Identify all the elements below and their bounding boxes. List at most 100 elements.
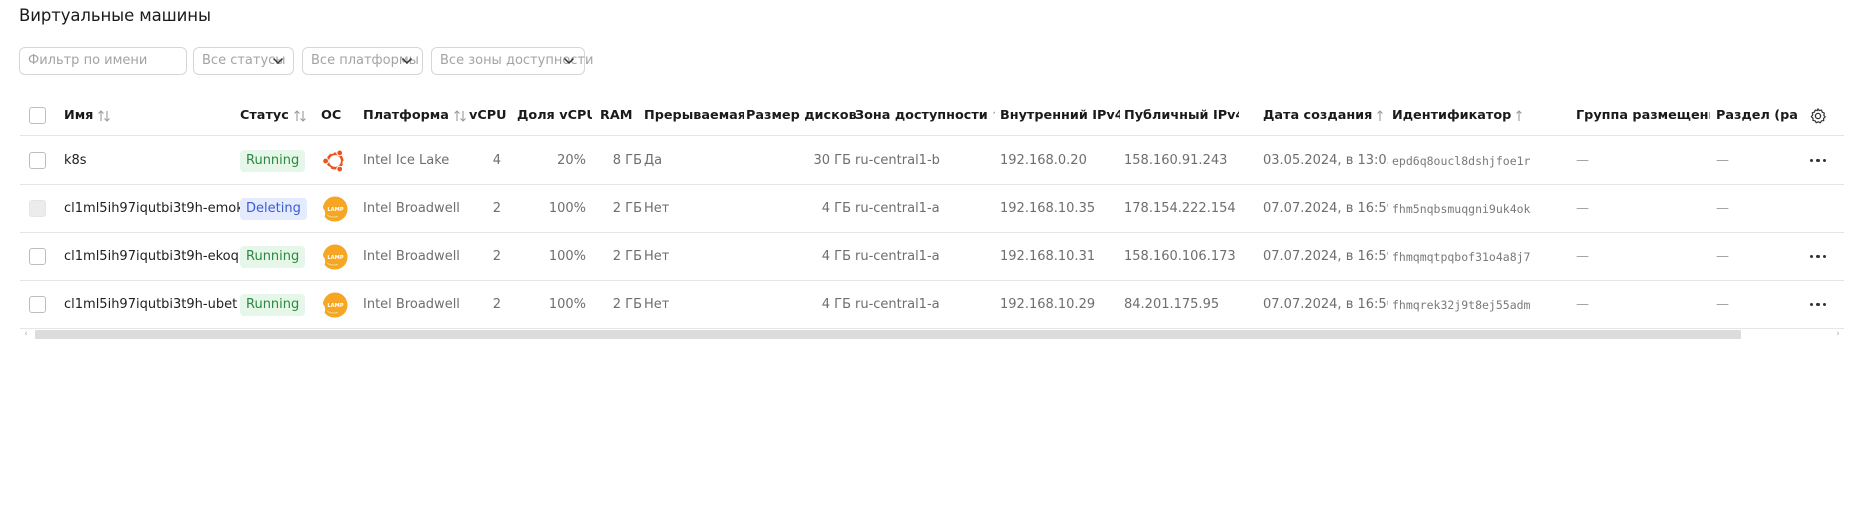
vm-name[interactable]: k8s bbox=[64, 137, 249, 184]
column-header-os: ОС bbox=[321, 108, 342, 123]
row-checkbox[interactable] bbox=[29, 281, 47, 328]
table-row[interactable]: cl1ml5ih97iqutbi3t9h-ubet Running LAMP I… bbox=[20, 281, 1844, 329]
vcpu-value: 4 bbox=[492, 153, 501, 168]
name-filter-placeholder: Фильтр по имени bbox=[28, 53, 148, 68]
row-checkbox[interactable] bbox=[29, 137, 47, 184]
partition-value: — bbox=[1716, 153, 1729, 168]
preemptible-value: Да bbox=[644, 153, 663, 168]
public-ip-value: 84.201.175.95 bbox=[1124, 297, 1220, 312]
placement-group-value: — bbox=[1576, 249, 1589, 264]
os-cell: LAMP bbox=[321, 281, 351, 328]
preemptible-value: Нет bbox=[644, 297, 670, 312]
sort-icon bbox=[992, 110, 995, 122]
column-header-placement-group: Группа размещения bbox=[1576, 108, 1710, 123]
vm-name[interactable]: cl1ml5ih97iqutbi3t9h-ekoq bbox=[64, 233, 249, 280]
internal-ip-value: 192.168.10.31 bbox=[1000, 249, 1096, 264]
disk-size-value: 4 ГБ bbox=[821, 201, 851, 216]
zone-filter-select[interactable]: Все зоны доступности bbox=[431, 47, 593, 75]
sort-icon bbox=[1376, 109, 1383, 122]
column-header-zone[interactable]: Зона доступности bbox=[855, 96, 995, 135]
preemptible-value: Нет bbox=[644, 249, 670, 264]
platform-filter-select[interactable]: Все платформы bbox=[302, 47, 423, 75]
gear-icon bbox=[1810, 107, 1826, 123]
vm-id-value[interactable]: epd6q8oucl8dshjfoe1r bbox=[1392, 137, 1572, 184]
ram-value: 2 ГБ bbox=[612, 297, 642, 312]
ram-value: 2 ГБ bbox=[612, 201, 642, 216]
select-all-checkbox[interactable] bbox=[29, 96, 47, 135]
os-cell: LAMP bbox=[321, 233, 351, 280]
scroll-right-arrow-icon[interactable]: › bbox=[1832, 328, 1844, 340]
public-ip-value: 158.160.106.173 bbox=[1124, 249, 1236, 264]
column-header-created[interactable]: Дата создания bbox=[1263, 96, 1383, 135]
column-header-public-ip: Публичный IPv4 bbox=[1124, 108, 1239, 123]
internal-ip-value: 192.168.10.29 bbox=[1000, 297, 1096, 312]
placement-group-value: — bbox=[1576, 297, 1589, 312]
vcpu-share-value: 100% bbox=[548, 249, 586, 264]
vcpu-value: 2 bbox=[492, 249, 501, 264]
preemptible-value: Нет bbox=[644, 201, 670, 216]
disk-size-value: 30 ГБ bbox=[813, 153, 851, 168]
status-badge: Running bbox=[240, 281, 315, 328]
column-header-platform[interactable]: Платформа bbox=[363, 96, 473, 135]
os-cell bbox=[321, 137, 351, 184]
partition-value: — bbox=[1716, 201, 1729, 216]
name-filter-input[interactable]: Фильтр по имени bbox=[19, 47, 187, 75]
vm-name[interactable]: cl1ml5ih97iqutbi3t9h-emok bbox=[64, 185, 249, 232]
created-date-value: 07.07.2024, в 16:50 bbox=[1263, 297, 1388, 312]
lamp-icon: LAMP bbox=[323, 244, 348, 269]
created-date-value: 07.07.2024, в 16:59 bbox=[1263, 249, 1388, 264]
sort-icon bbox=[1515, 109, 1522, 122]
created-date-value: 07.07.2024, в 16:59 bbox=[1263, 201, 1388, 216]
placement-group-value: — bbox=[1576, 153, 1589, 168]
chevron-down-icon bbox=[401, 56, 413, 66]
disk-size-value: 4 ГБ bbox=[821, 297, 851, 312]
ram-value: 2 ГБ bbox=[612, 249, 642, 264]
scroll-left-arrow-icon[interactable]: ‹ bbox=[20, 328, 32, 340]
status-badge: Running bbox=[240, 137, 315, 184]
zone-value: ru-central1-b bbox=[855, 153, 940, 168]
sort-icon bbox=[97, 109, 111, 122]
column-header-name[interactable]: Имя bbox=[64, 96, 164, 135]
row-actions-button[interactable] bbox=[1806, 281, 1830, 328]
table-row[interactable]: cl1ml5ih97iqutbi3t9h-ekoq Running LAMP I… bbox=[20, 233, 1844, 281]
vcpu-share-value: 20% bbox=[557, 153, 586, 168]
table-header: Имя Статус ОС Платформа vCPU Доля vCPU R… bbox=[20, 96, 1844, 136]
row-actions-button[interactable] bbox=[1806, 137, 1830, 184]
vm-id-value[interactable]: fhmqmqtpqbof31o4a8j7 bbox=[1392, 233, 1572, 280]
zone-value: ru-central1-a bbox=[855, 201, 940, 216]
table-row[interactable]: k8s Running Intel Ice Lake 4 20% 8 ГБ Да… bbox=[20, 137, 1844, 185]
vcpu-value: 2 bbox=[492, 201, 501, 216]
columns-settings-button[interactable] bbox=[1806, 96, 1830, 135]
ram-value: 8 ГБ bbox=[612, 153, 642, 168]
vcpu-share-value: 100% bbox=[548, 297, 586, 312]
scrollbar-thumb[interactable] bbox=[35, 330, 1741, 339]
column-header-vcpu: vCPU bbox=[469, 108, 507, 123]
svg-text:LAMP: LAMP bbox=[327, 206, 343, 212]
status-badge: Deleting bbox=[240, 185, 315, 232]
horizontal-scrollbar[interactable]: ‹ › bbox=[20, 328, 1844, 340]
platform-value: Intel Ice Lake bbox=[363, 153, 450, 168]
placement-group-value: — bbox=[1576, 201, 1589, 216]
status-filter-select[interactable]: Все статусы bbox=[193, 47, 294, 75]
page-title: Виртуальные машины bbox=[19, 6, 211, 25]
lamp-icon: LAMP bbox=[323, 292, 348, 317]
vm-id-value[interactable]: fhm5nqbsmuqgni9uk4ok bbox=[1392, 185, 1572, 232]
vm-name[interactable]: cl1ml5ih97iqutbi3t9h-ubet bbox=[64, 281, 249, 328]
internal-ip-value: 192.168.10.35 bbox=[1000, 201, 1096, 216]
zone-value: ru-central1-a bbox=[855, 249, 940, 264]
os-cell: LAMP bbox=[321, 185, 351, 232]
sort-icon bbox=[453, 109, 467, 122]
vcpu-share-value: 100% bbox=[548, 201, 586, 216]
disk-size-value: 4 ГБ bbox=[821, 249, 851, 264]
chevron-down-icon bbox=[563, 56, 575, 66]
table-row[interactable]: cl1ml5ih97iqutbi3t9h-emok Deleting LAMP … bbox=[20, 185, 1844, 233]
vm-id-value[interactable]: fhmqrek32j9t8ej55adm bbox=[1392, 281, 1572, 328]
row-checkbox[interactable] bbox=[29, 185, 47, 232]
column-header-status[interactable]: Статус bbox=[240, 96, 310, 135]
row-actions-button[interactable] bbox=[1806, 233, 1830, 280]
platform-value: Intel Broadwell bbox=[363, 201, 460, 216]
zone-value: ru-central1-a bbox=[855, 297, 940, 312]
column-header-id[interactable]: Идентификатор bbox=[1392, 96, 1522, 135]
svg-text:LAMP: LAMP bbox=[327, 302, 343, 308]
row-checkbox[interactable] bbox=[29, 233, 47, 280]
